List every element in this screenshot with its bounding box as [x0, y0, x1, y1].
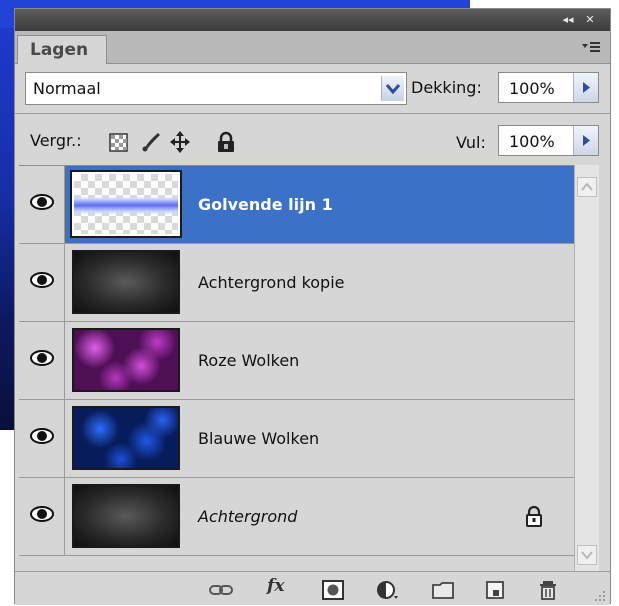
- scroll-up-icon[interactable]: [577, 177, 597, 197]
- layer-thumbnail: [72, 484, 180, 548]
- layer-thumbnail: [70, 170, 182, 238]
- panel-tab-row: Lagen: [15, 31, 610, 64]
- fill-label: Vul:: [456, 133, 486, 152]
- adjustment-layer-icon[interactable]: [375, 580, 399, 600]
- eye-icon[interactable]: [30, 271, 54, 289]
- blend-mode-value: Normaal: [33, 79, 101, 98]
- layer-name: Achtergrond kopie: [198, 273, 345, 292]
- opacity-field[interactable]: 100%: [498, 72, 599, 103]
- layer-name: Blauwe Wolken: [198, 429, 320, 448]
- layer-content[interactable]: Golvende lijn 1: [65, 166, 574, 243]
- fill-slider-toggle[interactable]: [573, 126, 598, 155]
- layer-thumbnail: [72, 406, 180, 470]
- new-group-icon[interactable]: [431, 580, 455, 600]
- layer-name: Golvende lijn 1: [198, 195, 333, 214]
- divider: [15, 113, 610, 114]
- eye-icon[interactable]: [30, 349, 54, 367]
- layer-name: Achtergrond: [198, 507, 298, 526]
- layer-list: Golvende lijn 1 Achtergrond kopie Roze W…: [19, 165, 574, 572]
- panel-titlebar: ◂◂ ✕: [15, 9, 610, 31]
- layers-panel: ◂◂ ✕ Lagen Normaal Dekking: 100% Vergr.:: [14, 8, 611, 605]
- opacity-value: 100%: [509, 79, 555, 98]
- fill-value: 100%: [509, 132, 555, 151]
- layer-content[interactable]: Blauwe Wolken: [65, 400, 574, 477]
- visibility-toggle[interactable]: [19, 478, 65, 555]
- tab-layers[interactable]: Lagen: [17, 35, 107, 64]
- eye-icon[interactable]: [30, 505, 54, 523]
- layer-content[interactable]: Achtergrond kopie: [65, 244, 574, 321]
- visibility-toggle[interactable]: [19, 400, 65, 477]
- fx-icon[interactable]: fx: [267, 576, 291, 596]
- opacity-label: Dekking:: [411, 78, 482, 97]
- close-icon[interactable]: ✕: [582, 12, 598, 27]
- lock-position-icon[interactable]: [170, 131, 190, 153]
- layer-name: Roze Wolken: [198, 351, 300, 370]
- lock-icon: [526, 505, 542, 527]
- eye-icon[interactable]: [30, 427, 54, 445]
- fill-field[interactable]: 100%: [498, 125, 599, 156]
- fx-label: fx: [267, 576, 285, 596]
- panel-bottom-toolbar: fx: [15, 571, 610, 605]
- chevron-down-icon[interactable]: [381, 76, 404, 101]
- resize-grip-icon[interactable]: [592, 588, 606, 602]
- layer-content[interactable]: Achtergrond: [65, 478, 574, 555]
- eye-icon[interactable]: [30, 193, 54, 211]
- layer-row[interactable]: Achtergrond kopie: [19, 244, 574, 322]
- lock-transparency-icon[interactable]: [109, 131, 129, 153]
- lock-label: Vergr.:: [30, 131, 82, 150]
- lock-all-icon[interactable]: [216, 131, 236, 153]
- layer-row[interactable]: Blauwe Wolken: [19, 400, 574, 478]
- blend-mode-select[interactable]: Normaal: [25, 72, 407, 105]
- opacity-slider-toggle[interactable]: [573, 73, 598, 102]
- add-mask-icon[interactable]: [321, 580, 345, 600]
- layer-thumbnail: [72, 328, 180, 392]
- visibility-toggle[interactable]: [19, 322, 65, 399]
- panel-menu-icon[interactable]: [582, 40, 600, 54]
- link-layers-icon[interactable]: [209, 580, 233, 600]
- scroll-down-icon[interactable]: [577, 545, 597, 565]
- layer-row[interactable]: Golvende lijn 1: [19, 166, 574, 244]
- delete-layer-icon[interactable]: [536, 580, 560, 600]
- layer-row[interactable]: Achtergrond: [19, 478, 574, 556]
- layer-content[interactable]: Roze Wolken: [65, 322, 574, 399]
- new-layer-icon[interactable]: [483, 580, 507, 600]
- lock-image-icon[interactable]: [141, 131, 161, 153]
- visibility-toggle[interactable]: [19, 244, 65, 321]
- visibility-toggle[interactable]: [19, 166, 65, 243]
- layer-list-scrollbar[interactable]: [574, 165, 599, 571]
- collapse-icon[interactable]: ◂◂: [560, 12, 576, 27]
- layer-row[interactable]: Roze Wolken: [19, 322, 574, 400]
- layer-thumbnail: [72, 250, 180, 314]
